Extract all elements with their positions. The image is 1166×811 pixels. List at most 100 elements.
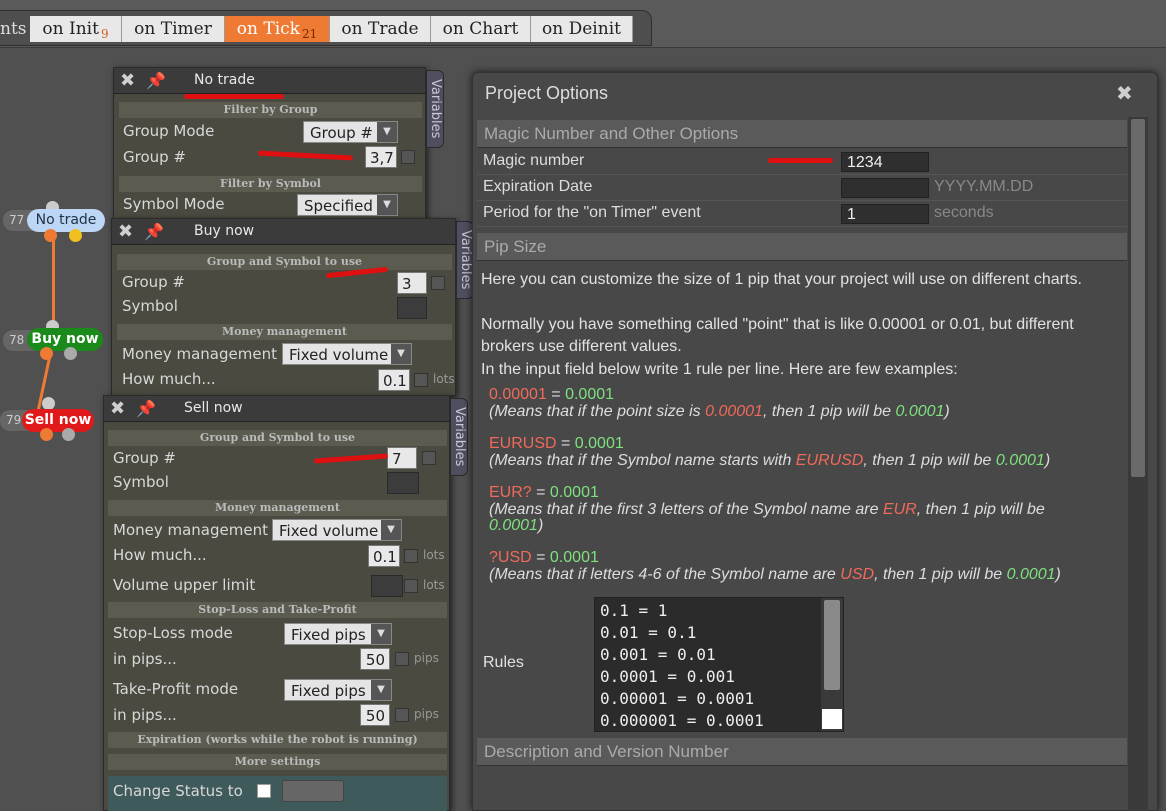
pip-rule-text: In the input field below write 1 rule pe…	[481, 361, 958, 378]
node-output-dot[interactable]	[40, 347, 53, 360]
expiration-label: Expiration Date	[483, 178, 593, 195]
take-profit-mode-label: Take-Profit mode	[113, 680, 239, 698]
symbol-input[interactable]	[387, 472, 419, 494]
money-management-select[interactable]: Fixed volume ▼	[272, 519, 402, 541]
node-output-dot[interactable]	[62, 428, 75, 441]
symbol-label: Symbol	[122, 297, 178, 315]
chevron-down-icon: ▼	[371, 680, 391, 700]
pin-icon[interactable]: 📌	[146, 71, 168, 91]
close-icon[interactable]: ✖	[1116, 83, 1133, 103]
node-output-dot[interactable]	[69, 229, 82, 242]
example-rule-1: 0.00001 = 0.0001	[489, 386, 615, 403]
tp-pips-checkbox[interactable]	[395, 708, 409, 722]
expiration-input[interactable]	[841, 178, 929, 198]
node-sell-now[interactable]: Sell now	[22, 409, 94, 432]
pip-point-text: Normally you have something called "poin…	[481, 316, 1074, 355]
panel-header: ✖ 📌 Buy now	[112, 219, 455, 245]
close-icon[interactable]: ✖	[118, 223, 134, 241]
sl-pips-checkbox[interactable]	[395, 652, 409, 666]
node-output-dot[interactable]	[40, 428, 53, 441]
tab-on-tick[interactable]: on Tick 21	[225, 16, 330, 42]
group-input[interactable]: 3	[397, 272, 427, 294]
section-description-header[interactable]: Description and Version Number	[477, 738, 1127, 766]
how-much-input[interactable]: 0.1	[378, 369, 410, 391]
example-rule-4: ?USD = 0.0001	[489, 549, 599, 566]
node-no-trade[interactable]: No trade	[27, 209, 105, 232]
dialog-scroll-thumb[interactable]	[1131, 119, 1145, 477]
symbol-input[interactable]	[397, 297, 427, 319]
section-pip-header[interactable]: Pip Size	[477, 233, 1127, 261]
symbol-label: Symbol	[113, 473, 169, 491]
expiration-section[interactable]: Expiration (works while the robot is run…	[108, 732, 447, 748]
symbol-mode-label: Symbol Mode	[123, 195, 225, 213]
close-icon[interactable]: ✖	[120, 72, 136, 90]
pin-icon[interactable]: 📌	[136, 399, 158, 419]
group-input[interactable]: 3,7	[365, 146, 397, 168]
how-much-label: How much...	[113, 546, 207, 564]
node-buy-now[interactable]: Buy now	[27, 328, 103, 351]
close-icon[interactable]: ✖	[110, 400, 126, 418]
group-checkbox[interactable]	[401, 150, 415, 164]
panel-header: ✖ 📌 Sell now	[104, 396, 449, 422]
group-label: Group #	[123, 148, 187, 166]
section-header: Group and Symbol to use	[117, 254, 452, 270]
panel-buy-now: ✖ 📌 Buy now Group and Symbol to use Grou…	[111, 218, 456, 396]
tab-on-init[interactable]: on Init 9	[30, 16, 122, 42]
dialog-title: Project Options	[485, 83, 609, 103]
rules-label: Rules	[483, 654, 524, 671]
variables-tab[interactable]: Variables	[450, 398, 468, 476]
section-header: Stop-Loss and Take-Profit	[108, 602, 447, 618]
how-much-checkbox[interactable]	[414, 373, 428, 387]
take-profit-mode-select[interactable]: Fixed pips ▼	[284, 679, 392, 701]
panel-title: Sell now	[184, 400, 243, 416]
sl-pips-input[interactable]: 50	[360, 648, 390, 670]
change-status-checkbox[interactable]	[257, 784, 271, 798]
rules-scrollbar[interactable]	[821, 598, 843, 731]
section-header: Filter by Symbol	[119, 176, 422, 192]
tab-on-timer[interactable]: on Timer	[122, 16, 225, 42]
status-select[interactable]	[282, 780, 344, 802]
section-header: Money management	[108, 500, 447, 516]
tp-pips-label: in pips...	[113, 706, 177, 724]
tab-on-trade[interactable]: on Trade	[330, 16, 431, 42]
panel-title: No trade	[194, 72, 255, 88]
group-checkbox[interactable]	[422, 451, 436, 465]
tab-cut-label: nts	[0, 19, 27, 39]
volume-limit-checkbox[interactable]	[404, 579, 418, 593]
dialog-scrollbar[interactable]	[1128, 117, 1148, 811]
magic-input[interactable]: 1234	[841, 152, 929, 172]
group-checkbox[interactable]	[431, 276, 445, 290]
stop-loss-mode-select[interactable]: Fixed pips ▼	[284, 623, 392, 645]
group-mode-select[interactable]: Group # ▼	[303, 121, 398, 143]
node-output-dot[interactable]	[44, 229, 57, 242]
node-output-dot[interactable]	[64, 347, 77, 360]
timer-unit: seconds	[934, 204, 994, 221]
tab-on-deinit[interactable]: on Deinit	[531, 16, 633, 42]
rules-scroll-thumb[interactable]	[824, 600, 840, 690]
section-header: Money management	[117, 324, 452, 340]
rules-textarea[interactable]: 0.1 = 1 0.01 = 0.1 0.001 = 0.01 0.0001 =…	[594, 597, 844, 732]
symbol-mode-select[interactable]: Specified ▼	[297, 194, 398, 216]
how-much-input[interactable]: 0.1	[368, 545, 400, 567]
money-management-select[interactable]: Fixed volume ▼	[282, 343, 412, 365]
timer-input[interactable]: 1	[841, 204, 929, 224]
pin-icon[interactable]: 📌	[144, 222, 166, 242]
chevron-down-icon: ▼	[377, 195, 397, 215]
resize-handle-icon[interactable]	[822, 709, 842, 729]
how-much-label: How much...	[122, 370, 216, 388]
timer-label: Period for the "on Timer" event	[483, 204, 701, 221]
tp-pips-input[interactable]: 50	[360, 704, 390, 726]
rule-line: 0.001 = 0.01	[600, 645, 716, 664]
rule-line: 0.00001 = 0.0001	[600, 689, 755, 708]
volume-limit-label: Volume upper limit	[113, 576, 256, 594]
more-settings-section[interactable]: More settings	[108, 754, 447, 770]
section-magic-header[interactable]: Magic Number and Other Options	[477, 120, 1127, 148]
volume-limit-input[interactable]	[371, 575, 403, 597]
how-much-checkbox[interactable]	[404, 549, 418, 563]
variables-tab[interactable]: Variables	[426, 70, 444, 148]
group-input[interactable]: 7	[387, 447, 417, 469]
expiration-row: Expiration Date YYYY.MM.DD	[477, 175, 1127, 201]
tab-on-chart[interactable]: on Chart	[431, 16, 531, 42]
change-status-label: Change Status to	[113, 782, 243, 800]
example-note-1: (Means that if the point size is 0.00001…	[489, 403, 950, 420]
